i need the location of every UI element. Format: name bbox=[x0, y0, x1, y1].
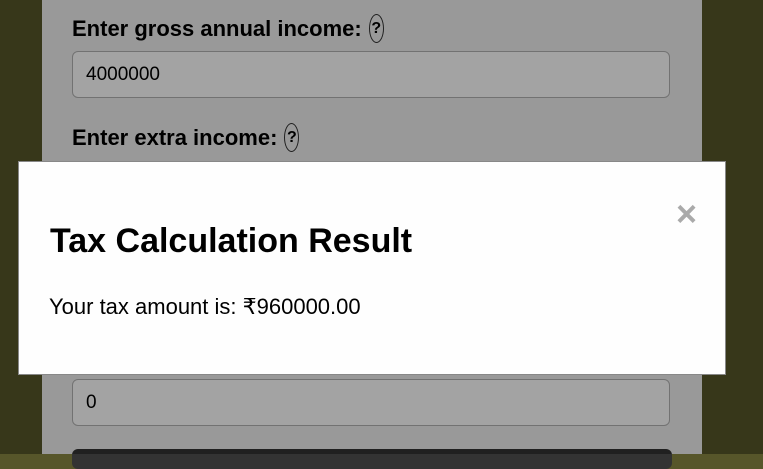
close-icon[interactable]: × bbox=[676, 196, 697, 232]
modal-title: Tax Calculation Result bbox=[50, 222, 413, 260]
tax-amount-text: Your tax amount is: ₹960000.00 bbox=[49, 294, 361, 319]
tax-result-modal: × Tax Calculation Result Your tax amount… bbox=[18, 161, 726, 375]
